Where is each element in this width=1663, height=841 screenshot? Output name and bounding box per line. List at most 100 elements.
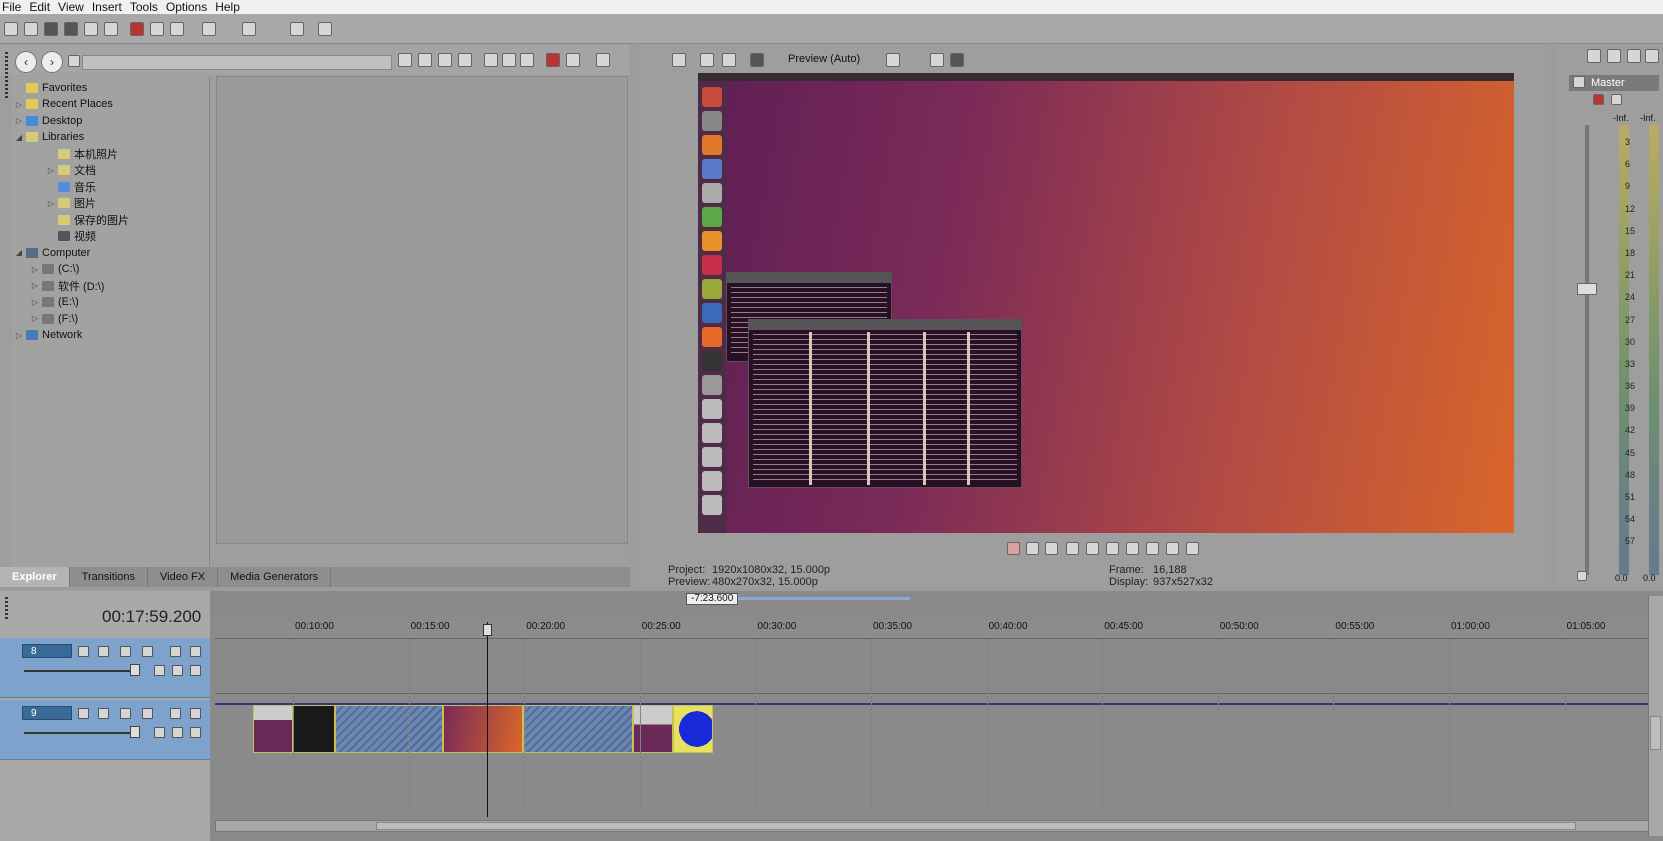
move-up-icon[interactable] — [190, 665, 201, 676]
solo-icon[interactable] — [190, 646, 201, 657]
master-settings-icon[interactable] — [1593, 94, 1604, 105]
tree-item[interactable]: ▷ 软件 (D:\) — [30, 277, 104, 294]
expand-track-icon[interactable] — [154, 665, 165, 676]
expand-arrow-icon[interactable]: ▷ — [14, 100, 24, 109]
composite-level-slider[interactable] — [24, 670, 136, 672]
cut-icon[interactable] — [130, 22, 144, 36]
new-project-icon[interactable] — [4, 22, 18, 36]
tree-item[interactable]: ▷ (F:\) — [30, 310, 78, 327]
delete-icon[interactable] — [438, 53, 452, 67]
expand-arrow-icon[interactable]: ▷ — [14, 116, 24, 125]
mute-icon[interactable] — [170, 708, 181, 719]
mute-icon[interactable] — [170, 646, 181, 657]
dock-grip[interactable] — [5, 52, 8, 100]
stop-icon[interactable] — [1106, 542, 1119, 555]
play-icon[interactable] — [1066, 542, 1079, 555]
open-icon[interactable] — [24, 22, 38, 36]
dock-grip[interactable] — [5, 597, 8, 619]
path-input[interactable] — [82, 55, 392, 70]
menu-insert[interactable]: Insert — [90, 0, 128, 14]
master-fx-icon[interactable] — [1573, 76, 1585, 88]
tree-item[interactable]: 保存的图片 — [46, 211, 129, 228]
menu-help[interactable]: Help — [213, 0, 246, 14]
search-icon[interactable] — [566, 53, 580, 67]
tree-item[interactable]: 本机照片 — [46, 145, 118, 162]
insert-bus-icon[interactable] — [1587, 49, 1601, 63]
loop-region-length[interactable]: -7:23.600 — [686, 593, 739, 605]
collapse-arrow-icon[interactable]: ◢ — [14, 133, 24, 142]
tree-item[interactable]: ▷ (C:\) — [30, 261, 79, 278]
preview-quality-icon[interactable] — [750, 53, 764, 67]
tree-item[interactable]: ▷ Network — [14, 327, 82, 344]
tree-item[interactable]: 视频 — [46, 228, 96, 245]
master-fader-knob[interactable] — [1577, 283, 1597, 295]
track-motion-icon[interactable] — [120, 708, 131, 719]
render-icon[interactable] — [84, 22, 98, 36]
enable-snapping-icon[interactable] — [290, 22, 304, 36]
tab-explorer[interactable]: Explorer — [0, 567, 70, 587]
make-compositing-child-icon[interactable] — [98, 646, 109, 657]
expand-arrow-icon[interactable]: ▷ — [30, 314, 40, 323]
playhead-marker[interactable] — [483, 624, 492, 636]
previous-frame-icon[interactable] — [1166, 542, 1179, 555]
make-compositing-child-icon[interactable] — [98, 708, 109, 719]
move-down-icon[interactable] — [172, 727, 183, 738]
expand-arrow-icon[interactable]: ▷ — [14, 331, 24, 340]
tree-item[interactable]: 音乐 — [46, 178, 96, 195]
horizontal-scroll-thumb[interactable] — [376, 822, 1576, 830]
collapse-arrow-icon[interactable]: ◢ — [14, 248, 24, 257]
go-to-start-icon[interactable] — [1126, 542, 1139, 555]
back-button[interactable]: ‹ — [15, 51, 37, 73]
save-icon[interactable] — [44, 22, 58, 36]
paste-icon[interactable] — [170, 22, 184, 36]
dim-output-icon[interactable] — [1627, 49, 1641, 63]
playhead-cursor[interactable] — [487, 622, 488, 817]
compositing-mode-icon[interactable] — [78, 708, 89, 719]
track-motion-icon[interactable] — [120, 646, 131, 657]
composite-level-knob[interactable] — [130, 726, 140, 738]
video-clip[interactable] — [443, 705, 523, 753]
video-track-8[interactable]: 8 — [0, 638, 210, 698]
stop-preview-icon[interactable] — [502, 53, 516, 67]
solo-icon[interactable] — [190, 708, 201, 719]
horizontal-scrollbar[interactable] — [215, 820, 1655, 832]
crossfade-region[interactable] — [335, 705, 443, 753]
menu-file[interactable]: File — [0, 0, 27, 14]
expand-track-icon[interactable] — [154, 727, 165, 738]
record-icon[interactable] — [1007, 542, 1020, 555]
menu-tools[interactable]: Tools — [128, 0, 164, 14]
compositing-mode-icon[interactable] — [78, 646, 89, 657]
overlays-icon[interactable] — [886, 53, 900, 67]
up-folder-icon[interactable] — [398, 53, 412, 67]
tree-item[interactable]: Favorites — [14, 79, 87, 96]
menu-options[interactable]: Options — [164, 0, 213, 14]
properties-icon[interactable] — [104, 22, 118, 36]
master-mute-icon[interactable] — [1611, 94, 1622, 105]
crossfade-region[interactable] — [523, 705, 633, 753]
expand-arrow-icon[interactable]: ▷ — [30, 281, 40, 290]
copy-icon[interactable] — [150, 22, 164, 36]
mixer-options-icon[interactable] — [1645, 49, 1659, 63]
loop-playback-icon[interactable] — [1026, 542, 1039, 555]
tab-transitions[interactable]: Transitions — [70, 567, 149, 587]
split-screen-icon[interactable] — [722, 53, 736, 67]
tree-item[interactable]: ◢ Computer — [14, 244, 90, 261]
vertical-scroll-thumb[interactable] — [1650, 716, 1661, 750]
save-snapshot-icon[interactable] — [950, 53, 964, 67]
downmix-icon[interactable] — [1607, 49, 1621, 63]
expand-arrow-icon[interactable]: ▷ — [30, 265, 40, 274]
external-monitor-icon[interactable] — [700, 53, 714, 67]
expand-arrow-icon[interactable]: ▷ — [46, 199, 56, 208]
tab-media-generators[interactable]: Media Generators — [218, 567, 332, 587]
composite-level-knob[interactable] — [130, 664, 140, 676]
refresh-icon[interactable] — [418, 53, 432, 67]
vertical-scrollbar[interactable] — [1648, 596, 1663, 836]
tree-item[interactable]: ▷ 图片 — [46, 195, 96, 212]
lock-icon[interactable] — [1577, 571, 1587, 581]
help-icon[interactable] — [318, 22, 332, 36]
go-to-end-icon[interactable] — [1146, 542, 1159, 555]
tree-item[interactable]: ▷ 文档 — [46, 162, 96, 179]
track-fx-icon[interactable] — [142, 708, 153, 719]
tab-video-fx[interactable]: Video FX — [148, 567, 219, 587]
next-frame-icon[interactable] — [1186, 542, 1199, 555]
